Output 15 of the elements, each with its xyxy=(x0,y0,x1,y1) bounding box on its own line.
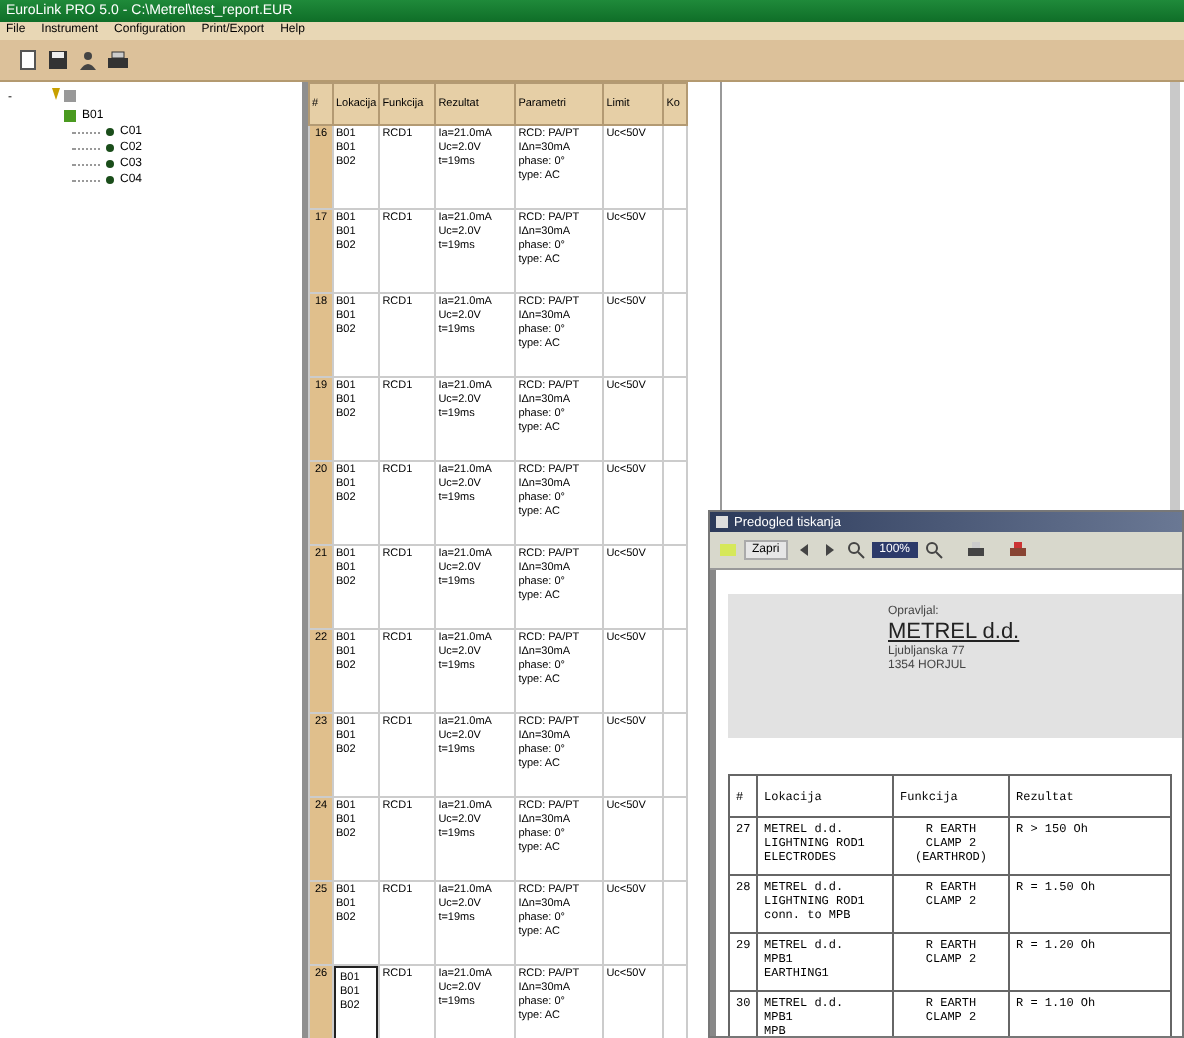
company-name: METREL d.d. xyxy=(888,620,1022,644)
printer-icon[interactable] xyxy=(106,48,130,72)
bullet-icon xyxy=(106,144,114,152)
tree-root-icon xyxy=(46,87,78,107)
save-icon[interactable] xyxy=(46,48,70,72)
bullet-icon xyxy=(106,160,114,168)
printer-icon[interactable] xyxy=(966,540,987,560)
window-icon xyxy=(714,514,730,530)
bullet-icon xyxy=(106,128,114,136)
bullet-icon xyxy=(106,176,114,184)
new-document-icon[interactable] xyxy=(16,48,40,72)
zoom-in-icon[interactable] xyxy=(924,540,945,560)
printer-icon[interactable] xyxy=(1008,540,1029,560)
person-icon[interactable] xyxy=(76,48,100,72)
zoom-out-icon[interactable] xyxy=(845,540,866,560)
